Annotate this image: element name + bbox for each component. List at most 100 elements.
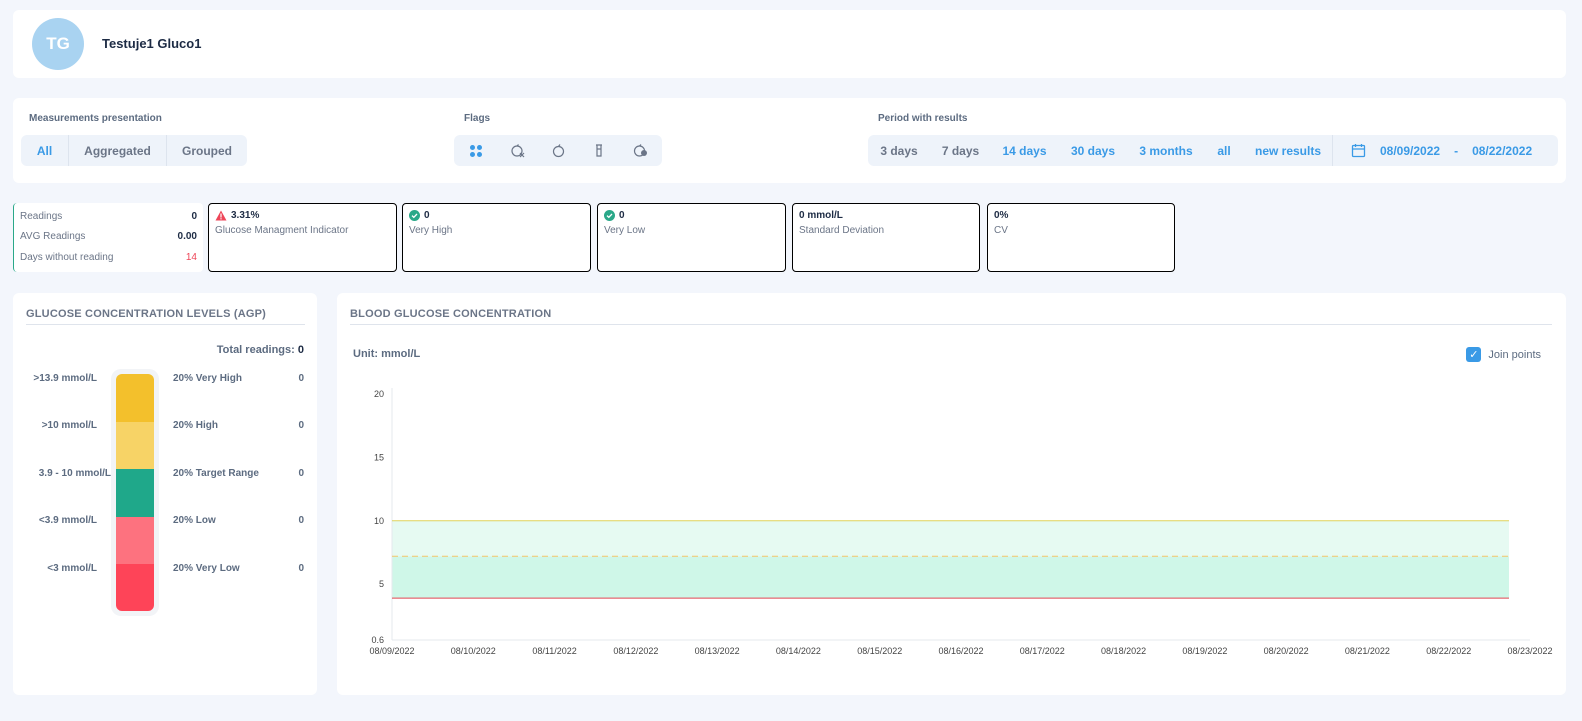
agp-threshold: 3.9 - 10 mmol/L <box>38 468 111 479</box>
date-range-picker[interactable]: 08/09/2022 - 08/22/2022 <box>1332 135 1532 166</box>
very-low-value-wrap: 0 <box>604 210 625 221</box>
agp-divider <box>26 324 305 325</box>
patient-header: TG Testuje1 Gluco1 <box>13 10 1566 78</box>
measurements-label: Measurements presentation <box>29 113 162 124</box>
x-tick-label: 08/23/2022 <box>1507 646 1552 656</box>
period-option-3-months[interactable]: 3 months <box>1128 135 1204 166</box>
x-tick-label: 08/15/2022 <box>857 646 902 656</box>
date-to[interactable]: 08/22/2022 <box>1472 144 1532 158</box>
after-meal-icon[interactable] <box>579 135 620 166</box>
readings-summary: Readings 0 AVG Readings 0.00 Days without … <box>13 203 203 272</box>
x-tick-label: 08/16/2022 <box>938 646 983 656</box>
check-circle-icon <box>409 210 420 221</box>
total-readings: Total readings: 0 <box>217 344 304 356</box>
agp-count: 0 <box>298 420 304 431</box>
agp-count: 0 <box>298 515 304 526</box>
y-tick-label: 20 <box>374 389 384 399</box>
unknown-meal-icon[interactable] <box>620 135 661 166</box>
days-without-reading-value: 14 <box>185 252 197 263</box>
check-circle-icon <box>604 210 615 221</box>
warning-icon <box>215 210 227 221</box>
agp-count: 0 <box>298 373 304 384</box>
calendar-icon[interactable] <box>1351 143 1366 158</box>
measurement-option-all[interactable]: All <box>21 135 68 166</box>
agp-count: 0 <box>298 468 304 479</box>
filters-panel: Measurements presentation All Aggregated… <box>13 98 1566 183</box>
very-low-tile: 0 Very Low <box>597 203 786 272</box>
before-meal-icon[interactable] <box>538 135 579 166</box>
agp-range-label: 20% High <box>173 420 219 431</box>
total-readings-value: 0 <box>297 344 304 356</box>
period-label: Period with results <box>878 113 968 124</box>
measurement-option-aggregated[interactable]: Aggregated <box>68 135 166 166</box>
y-tick-label: 15 <box>374 452 384 462</box>
agp-panel: GLUCOSE CONCENTRATION LEVELS (AGP) Total… <box>13 293 317 695</box>
days-without-reading-label: Days without reading <box>20 252 114 263</box>
readings-row: Readings 0 <box>20 211 197 222</box>
glucose-chart: 20 15 10 5 0.608/09/2022 08/10/2022 08/11/2022… <box>369 388 1553 656</box>
gmi-value: 3.31% <box>231 210 260 221</box>
agp-range-label: 20% Very High <box>173 373 242 384</box>
total-readings-label: Total readings: <box>216 344 295 356</box>
gmi-value-wrap: 3.31% <box>215 210 259 221</box>
std-deviation-tile: 0 mmol/L Standard Deviation <box>792 203 980 272</box>
days-without-reading-row: Days without reading 14 <box>20 252 197 263</box>
y-tick-label: 0.6 <box>371 635 384 645</box>
very-high-tile: 0 Very High <box>402 203 591 272</box>
x-tick-label: 08/17/2022 <box>1020 646 1065 656</box>
agp-row-high: >10 mmol/L 20% High 0 <box>13 420 317 434</box>
period-option-all[interactable]: all <box>1204 135 1244 166</box>
period-option-7-days[interactable]: 7 days <box>930 135 991 166</box>
readings-label: Readings <box>20 211 63 222</box>
x-tick-label: 08/10/2022 <box>451 646 496 656</box>
cv-label: CV <box>994 225 1008 236</box>
agp-stacked-bar <box>111 369 159 616</box>
avg-readings-label: AVG Readings <box>20 231 86 242</box>
x-tick-label: 08/11/2022 <box>532 646 576 656</box>
very-high-value-wrap: 0 <box>409 210 430 221</box>
period-option-30-days[interactable]: 30 days <box>1058 135 1128 166</box>
x-tick-label: 08/19/2022 <box>1182 646 1227 656</box>
measurements-segmented: All Aggregated Grouped <box>21 135 247 166</box>
blood-glucose-panel: BLOOD GLUCOSE CONCENTRATION Unit: mmol/L… <box>337 293 1566 695</box>
y-tick-label: 10 <box>374 516 384 526</box>
agp-threshold: <3.9 mmol/L <box>38 515 97 526</box>
gmi-label: Glucose Managment Indicator <box>215 225 349 236</box>
patient-name: Testuje1 Gluco1 <box>102 36 202 51</box>
flags-label: Flags <box>464 113 491 124</box>
very-high-label: Very High <box>409 225 453 236</box>
measurement-option-grouped[interactable]: Grouped <box>166 135 247 166</box>
agp-threshold: >10 mmol/L <box>41 420 97 431</box>
date-from[interactable]: 08/09/2022 <box>1380 144 1440 158</box>
target-band-1 <box>392 556 1509 599</box>
x-tick-label: 08/22/2022 <box>1426 646 1471 656</box>
period-option-14-days[interactable]: 14 days <box>991 135 1058 166</box>
agp-title: GLUCOSE CONCENTRATION LEVELS (AGP) <box>26 308 267 320</box>
y-tick-label: 5 <box>379 579 384 589</box>
x-tick-label: 08/20/2022 <box>1264 646 1309 656</box>
very-low-value: 0 <box>619 210 625 221</box>
target-band-0 <box>392 520 1509 557</box>
very-low-label: Very Low <box>604 225 646 236</box>
very-high-value: 0 <box>424 210 430 221</box>
std-deviation-value: 0 mmol/L <box>799 210 843 221</box>
agp-row-low: <3.9 mmol/L 20% Low 0 <box>13 515 317 529</box>
x-tick-label: 08/18/2022 <box>1101 646 1146 656</box>
no-meal-icon[interactable] <box>497 135 538 166</box>
avatar: TG <box>32 18 84 70</box>
period-option-new-results[interactable]: new results <box>1244 135 1332 166</box>
all-flags-icon[interactable] <box>456 135 497 166</box>
x-tick-label: 08/21/2022 <box>1345 646 1390 656</box>
flags-segmented <box>454 135 662 166</box>
date-separator: - <box>1454 143 1459 158</box>
period-option-3-days[interactable]: 3 days <box>868 135 930 166</box>
agp-threshold: >13.9 mmol/L <box>33 373 97 384</box>
agp-range-label: 20% Low <box>173 515 216 526</box>
agp-range-label: 20% Target Range <box>173 468 259 479</box>
x-tick-label: 08/12/2022 <box>613 646 658 656</box>
x-tick-label: 08/14/2022 <box>776 646 821 656</box>
x-tick-label: 08/13/2022 <box>695 646 740 656</box>
agp-row-target: 3.9 - 10 mmol/L 20% Target Range 0 <box>13 468 317 482</box>
x-tick-label: 08/09/2022 <box>369 646 414 656</box>
cv-value: 0% <box>994 210 1009 221</box>
